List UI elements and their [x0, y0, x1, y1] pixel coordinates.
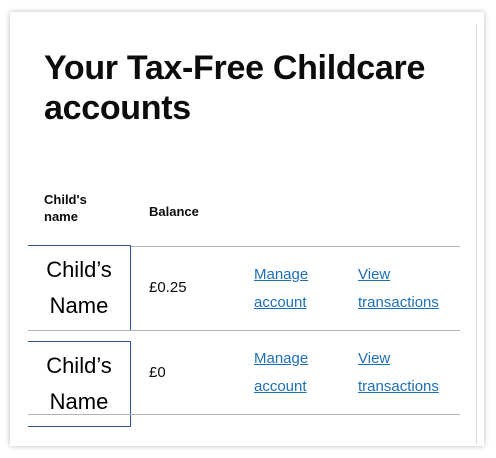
- child-name-box: Child’s Name: [28, 245, 131, 331]
- view-transactions-link[interactable]: View transactions: [358, 345, 468, 401]
- balance-value: £0.25: [149, 279, 187, 296]
- child-name: Child’s Name: [46, 353, 112, 414]
- column-header-child-name: Child's name: [44, 192, 87, 224]
- balance-value: £0: [149, 364, 166, 381]
- manage-account-link[interactable]: Manage account: [254, 345, 334, 401]
- column-header-balance: Balance: [149, 204, 199, 219]
- view-transactions-link[interactable]: View transactions: [358, 261, 468, 317]
- table-row-divider: [28, 414, 460, 415]
- page-title: Your Tax-Free Childcare accounts: [44, 49, 426, 127]
- table-row-divider: [28, 330, 460, 331]
- panel-divider: [476, 24, 477, 444]
- child-name: Child’s Name: [46, 257, 112, 318]
- manage-account-link[interactable]: Manage account: [254, 261, 334, 317]
